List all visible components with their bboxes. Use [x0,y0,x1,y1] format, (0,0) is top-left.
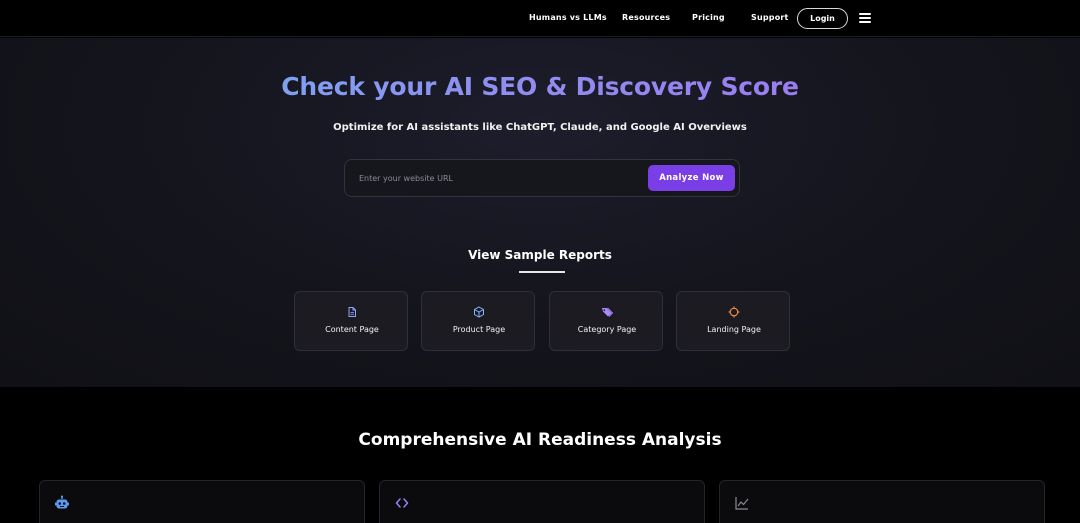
sample-card-label: Content Page [325,325,379,334]
sample-card-category-page[interactable]: Category Page [549,291,663,351]
nav-link-support[interactable]: Support [751,13,789,22]
hero-section: Check your AI SEO & Discovery Score Opti… [0,38,1080,387]
sample-card-label: Product Page [452,325,506,334]
website-url-input[interactable] [351,166,641,190]
sample-card-landing-page[interactable]: Landing Page [676,291,790,351]
nav-link-pricing[interactable]: Pricing [692,13,725,22]
code-icon [395,498,409,508]
chart-line-icon [735,497,749,510]
features-title: Comprehensive AI Readiness Analysis [358,430,722,450]
nav-link-humans-vs-llms[interactable]: Humans vs LLMs [529,13,607,22]
top-navigation: Humans vs LLMs Resources Pricing Support… [0,0,1080,37]
feature-card-ai-bots [39,480,365,523]
sample-card-product-page[interactable]: Product Page [421,291,535,351]
tags-icon [602,307,614,317]
feature-card-analytics [719,480,1045,523]
analyze-now-button[interactable]: Analyze Now [648,165,735,191]
sample-reports-underline [519,271,565,273]
feature-card-code [379,480,705,523]
sample-card-label: Landing Page [707,325,761,334]
sample-card-content-page[interactable]: Content Page [294,291,408,351]
sample-card-label: Category Page [577,325,637,334]
login-button[interactable]: Login [797,8,848,29]
url-form: Analyze Now [344,159,740,197]
document-icon [348,307,356,317]
robot-icon [55,495,69,509]
cube-icon [474,306,484,318]
nav-link-resources[interactable]: Resources [622,13,670,22]
hero-subtitle: Optimize for AI assistants like ChatGPT,… [333,122,747,133]
hamburger-menu-icon[interactable] [859,13,871,23]
crosshair-icon [728,306,740,318]
sample-reports-title: View Sample Reports [468,248,612,262]
hero-title: Check your AI SEO & Discovery Score [0,72,1080,101]
